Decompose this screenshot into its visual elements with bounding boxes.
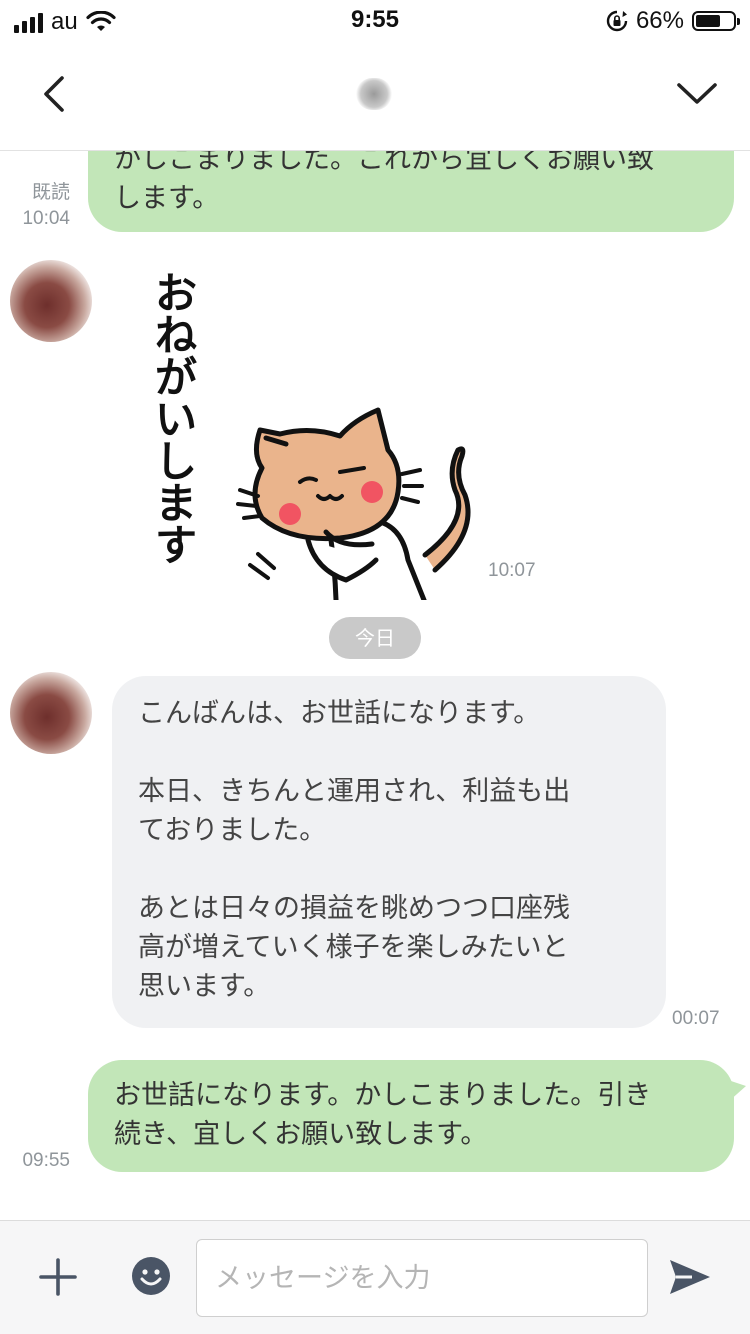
chevron-down-icon <box>677 83 717 104</box>
sticker-char: す <box>155 521 197 570</box>
back-button[interactable] <box>36 74 76 114</box>
message-text: お世話になります。かしこまりました。引き <box>114 1080 652 1111</box>
emoji-icon <box>132 1257 170 1295</box>
bubble-tail <box>728 1080 746 1102</box>
battery-percent: 66% <box>635 7 684 34</box>
chat-area[interactable]: かしこまりました。これから宜しくお願い致 します。 既読 10:04 おねがいし… <box>0 150 750 1220</box>
avatar[interactable] <box>10 672 92 754</box>
their-message-bubble[interactable]: こんばんは、お世話になります。 本日、きちんと運用され、利益も出 ておりました。… <box>112 676 666 1028</box>
rotation-lock-icon <box>606 10 628 32</box>
my-message-bubble[interactable]: お世話になります。かしこまりました。引き 続き、宜しくお願い致します。 <box>88 1060 734 1172</box>
message-text: 続き、宜しくお願い致します。 <box>114 1119 488 1150</box>
contact-name-blurred <box>356 78 392 110</box>
message-meta: 既読 10:04 <box>10 180 70 232</box>
plus-button[interactable] <box>38 1257 78 1297</box>
emoji-button[interactable] <box>131 1256 171 1296</box>
header-menu-button[interactable] <box>674 74 720 114</box>
cat-icon <box>236 407 471 600</box>
chevron-left-icon <box>44 76 64 112</box>
message-time: 00:07 <box>672 1008 720 1029</box>
status-right: 66% <box>606 7 740 35</box>
date-separator: 今日 <box>329 617 421 659</box>
cheek <box>279 503 301 525</box>
message-time: 09:55 <box>22 1150 70 1171</box>
message-text: かしこまりました。これから宜しくお願い致 <box>114 150 654 175</box>
avatar[interactable] <box>10 260 92 342</box>
cheek <box>361 481 383 503</box>
sticker-image[interactable]: おねがいします <box>140 270 480 600</box>
message-input[interactable] <box>196 1239 648 1317</box>
send-button[interactable] <box>668 1257 712 1297</box>
plus-icon <box>39 1258 77 1296</box>
message-time: 10:04 <box>22 208 70 229</box>
chat-header <box>0 40 750 151</box>
sticker-text: おねがいします <box>155 270 197 570</box>
input-bar <box>0 1220 750 1334</box>
read-label: 既読 <box>31 182 70 203</box>
status-bar: au 9:55 66% <box>0 0 750 40</box>
my-message-bubble[interactable]: かしこまりました。これから宜しくお願い致 します。 <box>88 150 734 232</box>
battery-icon <box>692 11 740 31</box>
message-time: 10:07 <box>488 560 536 581</box>
message-text: します。 <box>114 183 220 214</box>
